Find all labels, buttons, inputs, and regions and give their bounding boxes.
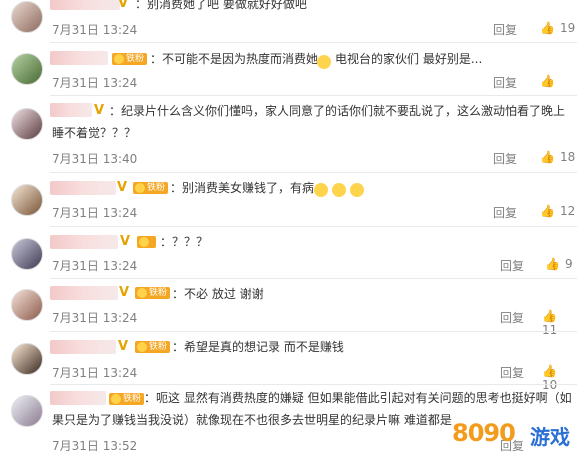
fan-badge	[137, 236, 156, 248]
like-button[interactable]: 👍 18	[540, 150, 575, 164]
comment-row: V 铁粉 ：希望是真的想记录 而不是赚钱 7月31日 13:24 回复 👍10	[0, 332, 577, 392]
thumb-up-icon: 👍	[542, 364, 557, 378]
comment-text: ：纪录片什么含义你们懂吗，家人同意了的话你们就不要乱说了，这么激动怕看了晚上	[109, 104, 566, 118]
comment-text: ：希望是真的想记录 而不是赚钱	[172, 340, 344, 354]
comment-date: 7月31日 13:24	[52, 366, 138, 380]
reply-button[interactable]: 回复	[500, 364, 524, 381]
thumb-up-icon: 👍	[540, 204, 555, 218]
verified-v-icon: V	[118, 0, 129, 11]
fan-badge: 铁粉	[112, 53, 148, 65]
like-count: 12	[559, 204, 576, 218]
comment-date: 7月31日 13:24	[52, 311, 138, 325]
comment-text: ：别消费美女赚钱了，有病	[170, 181, 315, 195]
like-count: 9	[564, 257, 573, 271]
avatar[interactable]	[11, 238, 43, 270]
verified-v-icon: V	[120, 234, 131, 249]
comment-text-line2: 果只是为了赚钱当我没说）就像现在不也很多去世明星的纪录片嘛 难道都是	[52, 413, 452, 427]
thumb-up-icon: 👍	[542, 309, 557, 323]
avatar[interactable]	[11, 53, 43, 85]
comment-date: 7月31日 13:24	[52, 206, 138, 220]
watermark-logo: 8090 游戏	[452, 411, 577, 457]
fan-badge: 铁粉	[109, 393, 145, 405]
comment-row: V 铁粉 ：不必 放过 谢谢 7月31日 13:24 回复 👍11	[0, 279, 577, 337]
comment-text-tail: 电视台的家伙们 最好别是...	[335, 52, 483, 66]
comment-row: V 铁粉 ：别消费美女赚钱了，有病 7月31日 13:24 回复 👍 12	[0, 173, 577, 223]
fan-badge: 铁粉	[135, 341, 171, 353]
reply-button[interactable]: 回复	[493, 21, 517, 38]
fan-badge: 铁粉	[135, 287, 171, 299]
reply-button[interactable]: 回复	[493, 150, 517, 167]
thumb-up-icon: 👍	[540, 74, 555, 88]
username-blurred[interactable]	[50, 286, 118, 300]
like-button[interactable]: 👍 9	[545, 257, 573, 271]
reply-button[interactable]: 回复	[500, 309, 524, 326]
like-button[interactable]: 👍 12	[540, 204, 575, 218]
verified-v-icon: V	[119, 285, 130, 300]
comment-date: 7月31日 13:52	[52, 439, 138, 453]
emoji-icon	[314, 183, 328, 197]
comment-text: ：不必 放过 谢谢	[172, 287, 264, 301]
reply-button[interactable]: 回复	[493, 204, 517, 221]
comment-date: 7月31日 13:40	[52, 152, 138, 166]
comment-date: 7月31日 13:24	[52, 76, 138, 90]
username-blurred[interactable]	[50, 235, 118, 249]
username-blurred[interactable]	[50, 340, 116, 354]
emoji-icon	[332, 183, 346, 197]
verified-v-icon: V	[117, 180, 128, 195]
comment-text: ：不可能不是因为热度而消费她	[150, 52, 319, 66]
username-blurred[interactable]	[50, 103, 92, 117]
comment-date: 7月31日 13:24	[52, 259, 138, 273]
watermark-logo-text: 游戏	[530, 425, 570, 449]
comment-text: ：呃这 显然有消费热度的嫌疑 但如果能借此引起对有关问题的思考也挺好啊（如	[144, 391, 572, 405]
avatar[interactable]	[11, 395, 43, 427]
comment-row: V ：纪录片什么含义你们懂吗，家人同意了的话你们就不要乱说了，这么激动怕看了晚上…	[0, 96, 577, 170]
comment-date: 7月31日 13:24	[52, 23, 138, 37]
like-button[interactable]: 👍 19	[540, 21, 575, 35]
like-count: 19	[559, 21, 576, 35]
fan-badge: 铁粉	[133, 182, 169, 194]
reply-button[interactable]: 回复	[500, 257, 524, 274]
watermark-logo-mark: 8090	[452, 419, 516, 447]
comment-text: ：？？？	[160, 235, 209, 249]
username-blurred[interactable]	[50, 181, 116, 195]
reply-button[interactable]: 回复	[493, 74, 517, 91]
comment-text: ：别消费她了吧 要做就好好做吧	[135, 0, 307, 11]
thumb-up-icon: 👍	[540, 21, 555, 35]
emoji-icon	[317, 55, 331, 69]
comment-row: V ：？？？ 7月31日 13:24 回复 👍 9	[0, 227, 577, 277]
username-blurred[interactable]	[50, 391, 106, 405]
like-count: 18	[559, 150, 576, 164]
verified-v-icon: V	[118, 339, 129, 354]
avatar[interactable]	[11, 289, 43, 321]
avatar[interactable]	[11, 343, 43, 375]
avatar[interactable]	[11, 1, 43, 33]
comment-row: V ：别消费她了吧 要做就好好做吧 7月31日 13:24 回复 👍 19	[0, 0, 577, 40]
emoji-icon	[350, 183, 364, 197]
avatar[interactable]	[11, 108, 43, 140]
thumb-up-icon: 👍	[545, 257, 560, 271]
verified-v-icon: V	[94, 103, 105, 118]
username-blurred[interactable]	[50, 0, 120, 10]
like-button[interactable]: 👍	[540, 74, 560, 88]
comment-row: 铁粉 ：不可能不是因为热度而消费她 电视台的家伙们 最好别是... 7月31日 …	[0, 43, 577, 93]
thumb-up-icon: 👍	[540, 150, 555, 164]
username-blurred[interactable]	[50, 51, 108, 65]
avatar[interactable]	[11, 184, 43, 216]
comment-text-line2: 睡不着觉？？？	[52, 126, 137, 140]
